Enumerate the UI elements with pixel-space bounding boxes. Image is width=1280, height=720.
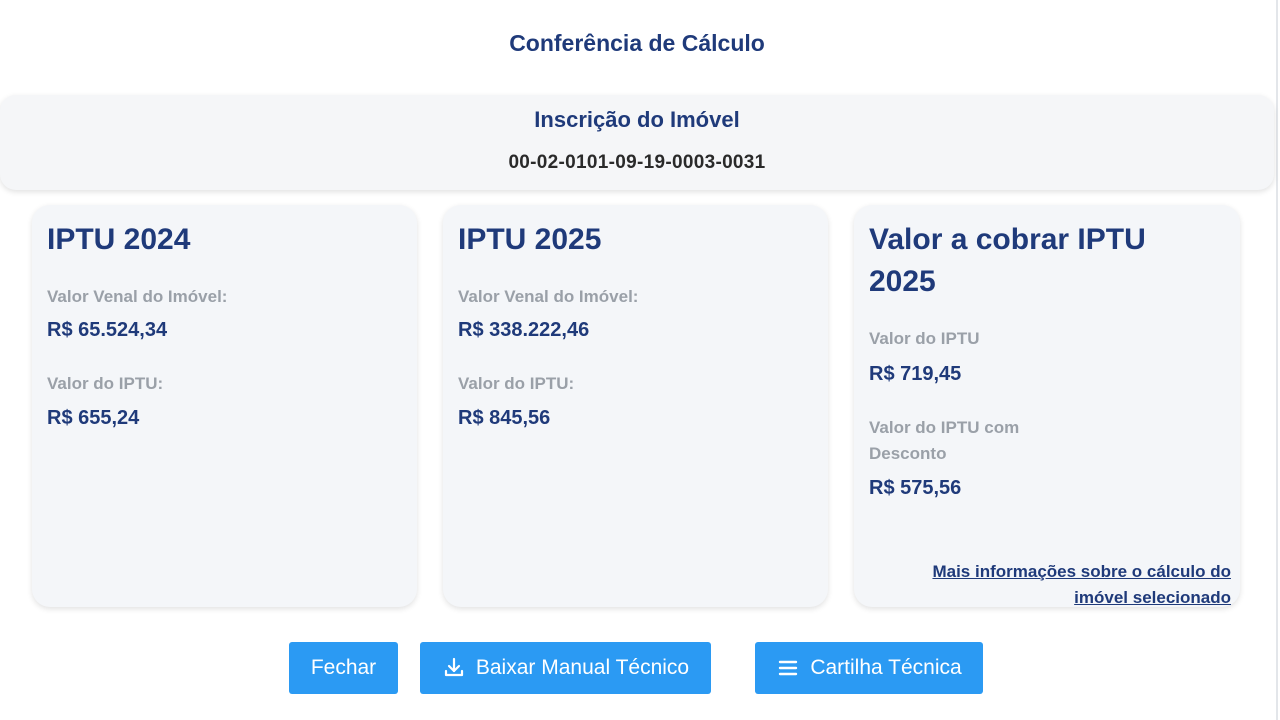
more-info-link[interactable]: Mais informações sobre o cálculo do imóv… xyxy=(871,559,1231,611)
more-info-link-line1: Mais informações sobre o cálculo do xyxy=(932,562,1231,581)
close-button[interactable]: Fechar xyxy=(289,642,398,694)
iptu-discount-label-line1: Valor do IPTU com xyxy=(869,418,1020,437)
card-title-line1: Valor a cobrar IPTU xyxy=(869,223,1146,256)
iptu-discount-value: R$ 575,56 xyxy=(869,477,962,499)
card-title: Valor a cobrar IPTU 2025 xyxy=(869,219,1146,303)
menu-icon xyxy=(776,656,800,680)
calculation-dialog: Conferência de Cálculo Inscrição do Imóv… xyxy=(0,0,1278,720)
iptu-value-label: Valor do IPTU: xyxy=(47,374,164,393)
card-iptu-2024: IPTU 2024 Valor Venal do Imóvel: R$ 65.5… xyxy=(32,205,417,607)
close-button-label: Fechar xyxy=(310,656,377,679)
venal-value-label: Valor Venal do Imóvel: xyxy=(47,287,228,306)
iptu-value-label: Valor do IPTU: xyxy=(458,374,575,393)
card-iptu-2025: IPTU 2025 Valor Venal do Imóvel: R$ 338.… xyxy=(443,205,828,607)
property-registration-panel: Inscrição do Imóvel 00-02-0101-09-19-000… xyxy=(0,95,1274,190)
iptu-value: R$ 655,24 xyxy=(47,407,140,429)
iptu-value: R$ 845,56 xyxy=(458,407,551,429)
card-title: IPTU 2024 xyxy=(47,223,191,256)
download-icon xyxy=(442,656,466,680)
registration-number: 00-02-0101-09-19-0003-0031 xyxy=(508,152,766,173)
iptu-value-label: Valor do IPTU xyxy=(869,329,980,348)
download-manual-button[interactable]: Baixar Manual Técnico xyxy=(420,642,711,694)
technical-guide-label: Cartilha Técnica xyxy=(810,656,962,679)
venal-value: R$ 338.222,46 xyxy=(458,319,590,341)
iptu-discount-label: Valor do IPTU com Desconto xyxy=(869,415,1019,467)
venal-value-label: Valor Venal do Imóvel: xyxy=(458,287,639,306)
iptu-value: R$ 719,45 xyxy=(869,363,962,385)
card-title: IPTU 2025 xyxy=(458,223,602,256)
card-title-line2: 2025 xyxy=(869,265,936,298)
registration-label: Inscrição do Imóvel xyxy=(534,107,740,132)
technical-guide-button[interactable]: Cartilha Técnica xyxy=(755,642,983,694)
iptu-discount-label-line2: Desconto xyxy=(869,444,947,463)
dialog-title: Conferência de Cálculo xyxy=(509,30,765,56)
venal-value: R$ 65.524,34 xyxy=(47,319,168,341)
download-manual-label: Baixar Manual Técnico xyxy=(475,656,690,679)
more-info-link-line2: imóvel selecionado xyxy=(1074,588,1231,607)
card-amount-to-charge: Valor a cobrar IPTU 2025 Valor do IPTU R… xyxy=(854,205,1240,607)
